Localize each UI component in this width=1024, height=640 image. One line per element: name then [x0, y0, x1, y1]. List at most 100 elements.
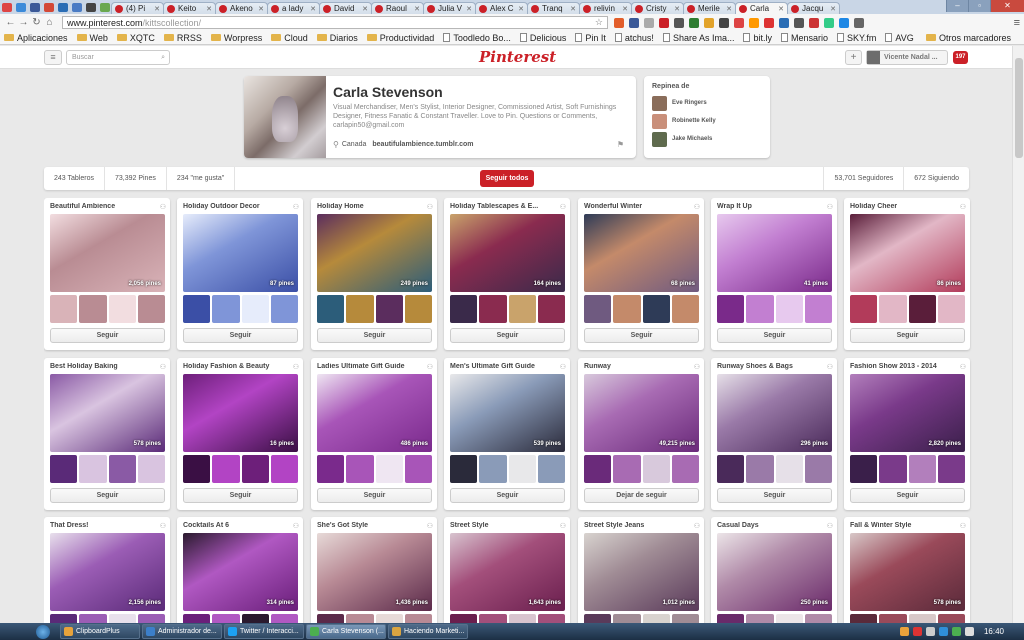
board-card[interactable]: Holiday Outdoor Decor ⚇ 87 pines Seguir: [177, 198, 303, 350]
board-thumbnail[interactable]: [79, 295, 107, 323]
extension-icon[interactable]: [839, 17, 849, 28]
browser-tab[interactable]: David ✕: [319, 2, 372, 14]
close-tab-icon[interactable]: ✕: [570, 5, 576, 13]
board-thumbnail[interactable]: [137, 614, 165, 623]
board-card[interactable]: Beautiful Ambience ⚇ 2,056 pines Seguir: [44, 198, 170, 350]
extension-icon[interactable]: [779, 17, 789, 28]
close-tab-icon[interactable]: ✕: [310, 5, 316, 13]
board-title[interactable]: Beautiful Ambience: [50, 203, 155, 210]
board-thumbnail[interactable]: [79, 455, 107, 483]
board-thumbnail[interactable]: [108, 295, 136, 323]
board-thumbnail[interactable]: [879, 295, 907, 323]
board-thumbnail[interactable]: [671, 295, 699, 323]
board-thumbnail[interactable]: [746, 295, 774, 323]
close-tab-icon[interactable]: ✕: [466, 5, 472, 13]
browser-tab[interactable]: Tranq ✕: [527, 2, 580, 14]
board-thumbnail[interactable]: [108, 455, 136, 483]
board-follow-button[interactable]: Seguir: [584, 328, 699, 343]
board-title[interactable]: Runway Shoes & Bags: [717, 363, 822, 370]
board-follow-button[interactable]: Seguir: [50, 488, 165, 503]
board-thumbnail[interactable]: [804, 455, 832, 483]
board-thumbnail[interactable]: [270, 614, 298, 623]
board-thumbnail[interactable]: [270, 455, 298, 483]
board-card[interactable]: Cocktails At 6⚇314 pinesSeguir: [177, 517, 303, 623]
close-tab-icon[interactable]: ✕: [362, 5, 368, 13]
bookmark-item[interactable]: atchus!: [614, 33, 654, 43]
board-thumbnail[interactable]: [450, 614, 478, 623]
board-thumbnail[interactable]: [717, 295, 745, 323]
board-title[interactable]: Holiday Cheer: [850, 203, 955, 210]
taskbar-item[interactable]: ClipboardPlus: [60, 624, 140, 639]
board-thumbnail[interactable]: [479, 455, 507, 483]
board-thumbnail[interactable]: [717, 614, 745, 623]
board-thumbnail[interactable]: [241, 295, 269, 323]
maximize-icon[interactable]: ▫: [968, 0, 990, 12]
bookmark-item[interactable]: RRSS: [163, 33, 202, 43]
board-thumbnail[interactable]: [241, 455, 269, 483]
tray-icon[interactable]: [899, 627, 909, 636]
board-thumbnail[interactable]: [584, 614, 612, 623]
bookmark-star-icon[interactable]: ☆: [595, 17, 603, 28]
close-window-icon[interactable]: ✕: [990, 0, 1024, 12]
board-card[interactable]: Holiday Tablescapes & E... ⚇ 164 pines Segu…: [444, 198, 570, 350]
bookmark-item[interactable]: XQTC: [116, 33, 155, 43]
board-thumbnail[interactable]: [183, 455, 211, 483]
board-follow-button[interactable]: Seguir: [317, 328, 432, 343]
followers-count-tab[interactable]: 53,701 Seguidores: [823, 167, 903, 190]
bookmark-item[interactable]: Web: [76, 33, 108, 43]
board-thumbnail[interactable]: [212, 295, 240, 323]
bookmark-item[interactable]: Toodledo Bo...: [443, 33, 511, 43]
facebook-icon[interactable]: [30, 3, 40, 12]
board-thumbnail[interactable]: [450, 295, 478, 323]
board-follow-button[interactable]: Seguir: [183, 488, 298, 503]
board-thumbnail[interactable]: [584, 295, 612, 323]
bookmark-item[interactable]: Worpress: [210, 33, 262, 43]
browser-tab[interactable]: Julia V ✕: [423, 2, 476, 14]
close-tab-icon[interactable]: ✕: [414, 5, 420, 13]
board-thumbnail[interactable]: [775, 614, 803, 623]
menu-icon[interactable]: ≡: [44, 50, 62, 65]
linkedin-icon[interactable]: [58, 3, 68, 12]
boards-count-tab[interactable]: 243 Tableros: [44, 167, 105, 190]
board-card[interactable]: Ladies Ultimate Gift Guide ⚇ 486 pines Segu…: [311, 358, 437, 510]
taskbar-item[interactable]: Carla Stevenson (...: [306, 624, 386, 639]
board-follow-button[interactable]: Seguir: [183, 328, 298, 343]
board-title[interactable]: Street Style Jeans: [584, 522, 689, 529]
board-thumbnail[interactable]: [850, 614, 878, 623]
board-thumbnail[interactable]: [404, 295, 432, 323]
board-follow-button[interactable]: Seguir: [850, 488, 965, 503]
bookmark-item[interactable]: Productividad: [366, 33, 434, 43]
board-thumbnail[interactable]: [671, 455, 699, 483]
close-tab-icon[interactable]: ✕: [518, 5, 524, 13]
board-thumbnail[interactable]: [508, 295, 536, 323]
board-title[interactable]: Fashion Show 2013 - 2014: [850, 363, 955, 370]
bookmark-item[interactable]: Delicious: [519, 33, 566, 43]
board-thumbnail[interactable]: [183, 614, 211, 623]
board-thumbnail[interactable]: [212, 455, 240, 483]
pins-count-tab[interactable]: 73,392 Pines: [105, 167, 167, 190]
board-title[interactable]: Cocktails At 6: [183, 522, 288, 529]
network-icon[interactable]: [951, 627, 961, 636]
home-icon[interactable]: ⌂: [43, 17, 56, 28]
close-tab-icon[interactable]: ✕: [258, 5, 264, 13]
reload-icon[interactable]: ↻: [30, 17, 43, 28]
google-plus-icon[interactable]: [44, 3, 54, 12]
bookmark-item[interactable]: bit.ly: [743, 33, 772, 43]
close-tab-icon[interactable]: ✕: [830, 5, 836, 13]
board-title[interactable]: Best Holiday Baking: [50, 363, 155, 370]
close-tab-icon[interactable]: ✕: [778, 5, 784, 13]
board-thumbnail[interactable]: [479, 295, 507, 323]
pinterest-extension-icon[interactable]: [659, 17, 669, 28]
bookmark-item[interactable]: AVG: [885, 33, 914, 43]
board-thumbnail[interactable]: [804, 295, 832, 323]
board-thumbnail[interactable]: [241, 614, 269, 623]
board-title[interactable]: Casual Days: [717, 522, 822, 529]
browser-tab[interactable]: Raoul ✕: [371, 2, 424, 14]
board-title[interactable]: That Dress!: [50, 522, 155, 529]
board-thumbnail[interactable]: [137, 455, 165, 483]
extension-icon[interactable]: [854, 17, 864, 28]
tray-icon[interactable]: [925, 627, 935, 636]
board-follow-button[interactable]: Seguir: [717, 328, 832, 343]
board-thumbnail[interactable]: [717, 455, 745, 483]
board-card[interactable]: Holiday Cheer ⚇ 86 pines Seguir: [844, 198, 970, 350]
